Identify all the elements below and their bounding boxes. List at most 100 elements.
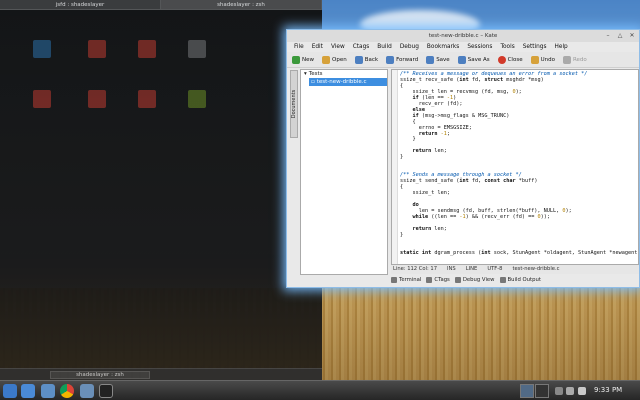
terminal-tab[interactable]: Terminal [391, 277, 421, 283]
save-as-icon [457, 55, 466, 64]
build-tab-label: Build Output [507, 277, 541, 283]
menu-debug[interactable]: Debug [396, 42, 423, 52]
close-label: Close [507, 56, 523, 63]
tree-folder[interactable]: ▾ Tests [301, 70, 387, 78]
redo-button[interactable]: Redo [560, 55, 590, 65]
menu-file[interactable]: File [290, 42, 308, 52]
close-doc-icon [497, 55, 506, 64]
maximize-icon[interactable]: △ [616, 32, 624, 40]
debug-tab-label: Debug View [462, 277, 495, 283]
window-controls: – △ ✕ [604, 32, 636, 40]
chrome-icon[interactable] [60, 384, 74, 398]
faded-icon [88, 40, 106, 58]
wrap-mode: LINE [465, 266, 478, 272]
undo-label: Undo [540, 56, 555, 63]
ctags-tab[interactable]: CTags [426, 277, 450, 283]
build-output-tab[interactable]: Build Output [499, 277, 541, 283]
cursor-position: Line: 112 Col: 17 [393, 266, 437, 272]
status-filename: test-new-dribble.c [512, 266, 560, 272]
redo-label: Redo [572, 56, 587, 63]
konsole-tab-1[interactable]: jsfd : shadeslayer [0, 0, 161, 9]
menu-ctags[interactable]: Ctags [349, 42, 374, 52]
faded-icon [138, 90, 156, 108]
tray-icon[interactable] [555, 387, 563, 395]
save-label: Save [436, 56, 450, 63]
undo-icon [530, 55, 539, 64]
virtual-desktop-1[interactable] [520, 384, 534, 398]
statusbar: Line: 112 Col: 17 INS LINE UTF-8 test-ne… [391, 265, 639, 274]
window-title: test-new-dribble.c – Kate [428, 33, 498, 39]
taskbar: 9:33 PM [0, 380, 640, 400]
kate-titlebar[interactable]: test-new-dribble.c – Kate – △ ✕ [287, 30, 639, 42]
tree-file[interactable]: ▫ test-new-dribble.c [309, 78, 387, 86]
menu-edit[interactable]: Edit [308, 42, 327, 52]
menu-settings[interactable]: Settings [519, 42, 551, 52]
konsole-tab-2[interactable]: shadeslayer : zsh [161, 0, 322, 9]
minimize-icon[interactable]: – [604, 32, 612, 40]
volume-icon[interactable] [566, 387, 574, 395]
desktop-icon[interactable] [21, 384, 35, 398]
menubar: File Edit View Ctags Build Debug Bookmar… [287, 42, 639, 52]
ctags-tab-label: CTags [434, 277, 450, 283]
ctags-icon [426, 277, 433, 283]
redo-icon [562, 55, 571, 64]
save-button[interactable]: Save [423, 55, 453, 65]
menu-view[interactable]: View [327, 42, 349, 52]
documents-tab-label: Documents [291, 89, 297, 119]
konsole-window[interactable]: jsfd : shadeslayer shadeslayer : zsh sha… [0, 0, 322, 380]
menu-build[interactable]: Build [373, 42, 396, 52]
clock[interactable]: 9:33 PM [594, 386, 622, 394]
faded-desktop-icons [28, 40, 228, 120]
back-icon [354, 55, 363, 64]
documents-panel-tab[interactable]: Documents [290, 70, 298, 138]
file-icon: ▫ [311, 79, 315, 85]
close-icon[interactable]: ✕ [628, 32, 636, 40]
forward-button[interactable]: Forward [383, 55, 421, 65]
insert-mode[interactable]: INS [447, 265, 456, 274]
tool-view-tabs: Terminal CTags Debug View Build Output [391, 275, 639, 285]
forward-label: Forward [396, 56, 419, 63]
kde-menu-icon[interactable] [3, 384, 17, 398]
terminal-icon[interactable] [99, 384, 113, 398]
kate-window[interactable]: test-new-dribble.c – Kate – △ ✕ File Edi… [286, 29, 640, 288]
virtual-desktop-2[interactable] [535, 384, 549, 398]
kate-icon[interactable] [80, 384, 94, 398]
faded-icon [33, 90, 51, 108]
faded-icon [188, 40, 206, 58]
open-label: Open [332, 56, 347, 63]
new-icon [292, 55, 300, 64]
faded-icon [138, 40, 156, 58]
open-icon [322, 55, 330, 64]
faded-icon [188, 90, 206, 108]
faded-icon [33, 40, 51, 58]
code-editor[interactable]: /** Receives a message or dequeues an er… [391, 69, 639, 265]
menu-help[interactable]: Help [551, 42, 572, 52]
encoding[interactable]: UTF-8 [487, 265, 502, 274]
terminal-icon [391, 277, 397, 283]
konsole-bottom-tabbar: shadeslayer : zsh [0, 368, 322, 380]
code-text[interactable]: /** Receives a message or dequeues an er… [400, 71, 638, 257]
document-tree[interactable]: ▾ Tests ▫ test-new-dribble.c [300, 69, 388, 275]
new-button[interactable]: New [289, 55, 317, 65]
new-label: New [302, 56, 314, 63]
save-icon [426, 55, 435, 64]
save-as-label: Save As [467, 56, 490, 63]
menu-tools[interactable]: Tools [496, 42, 518, 52]
network-icon[interactable] [578, 387, 586, 395]
debug-view-tab[interactable]: Debug View [454, 277, 495, 283]
expand-icon[interactable]: ▾ [304, 70, 307, 78]
menu-sessions[interactable]: Sessions [463, 42, 496, 52]
undo-button[interactable]: Undo [528, 55, 558, 65]
save-as-button[interactable]: Save As [455, 55, 493, 65]
editor-gutter [392, 70, 398, 264]
toolbar: New Open Back Forward Save Save As Close… [287, 52, 639, 68]
close-button[interactable]: Close [495, 55, 526, 65]
file-label: test-new-dribble.c [316, 79, 367, 85]
open-button[interactable]: Open [319, 55, 350, 65]
konsole-bottom-tab[interactable]: shadeslayer : zsh [50, 371, 150, 379]
back-label: Back [364, 56, 379, 63]
folder-icon[interactable] [41, 384, 55, 398]
back-button[interactable]: Back [352, 55, 381, 65]
konsole-tabbar: jsfd : shadeslayer shadeslayer : zsh [0, 0, 322, 10]
menu-bookmarks[interactable]: Bookmarks [423, 42, 463, 52]
